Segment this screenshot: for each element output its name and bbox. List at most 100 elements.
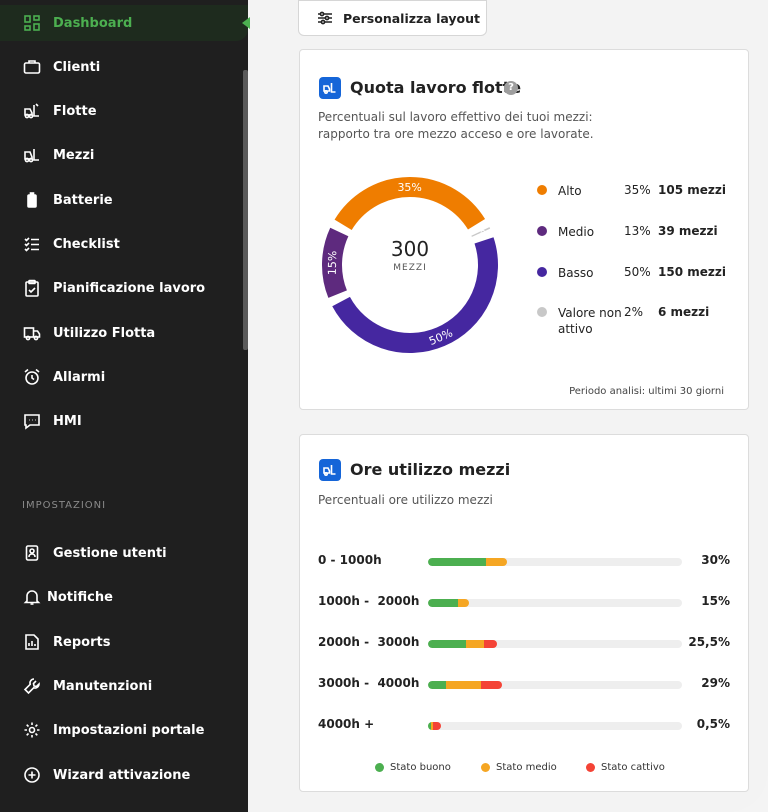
bar-segment-cattivo [483,640,497,648]
bar-track [428,640,682,648]
bar-segment-medio [486,558,507,566]
bar-track [428,599,682,607]
donut-center: 300 MEZZI [315,237,505,273]
bar-segment-buono [428,558,487,566]
sidebar-item-label: Notifiche [47,589,113,605]
bar-label: 4000h + [318,717,375,731]
usage-bar-row: 4000h + 0,5% [318,717,730,735]
ore-utilizzo-card: Ore utilizzo mezzi Percentuali ore utili… [299,434,749,792]
forklift-icon [319,459,341,481]
legend-stato-buono: Stato buono [375,762,451,773]
card-subtitle: Percentuali sul lavoro effettivo dei tuo… [318,110,594,141]
sidebar-item-reports[interactable]: Reports [0,624,248,660]
legend-stato-cattivo: Stato cattivo [586,762,665,773]
bar-percent: 30% [701,553,730,567]
bar-segment-cattivo [481,681,502,689]
bell-icon [22,587,42,607]
legend-count: 6 mezzi [658,305,710,319]
sidebar-item-notifiche[interactable]: Notifiche [0,579,248,615]
help-icon[interactable]: ? [504,81,518,95]
id-card-icon [22,543,42,563]
sidebar: Dashboard Clienti Flotte Mezzi Batterie [0,0,250,812]
donut-slice-label: 35% [397,181,421,194]
sidebar-item-impostazioni-portale[interactable]: Impostazioni portale [0,712,248,748]
sidebar-item-label: Clienti [53,59,101,75]
legend-label: Stato cattivo [601,762,665,773]
settings-section-title: IMPOSTAZIONI [22,500,107,511]
legend-count: 105 mezzi [658,183,726,197]
card-subtitle: Percentuali ore utilizzo mezzi [318,493,493,507]
sidebar-item-dashboard[interactable]: Dashboard [0,5,250,41]
app-frame: Dashboard Clienti Flotte Mezzi Batterie [0,0,768,812]
sidebar-item-label: Flotte [53,103,97,119]
bar-segment-buono [428,640,467,648]
sidebar-item-label: Utilizzo Flotta [53,325,156,341]
legend-label: Valore non attivo [558,306,622,336]
bar-segment-buono [428,599,459,607]
sidebar-item-label: Batterie [53,192,113,208]
plus-circle-icon [22,765,42,785]
legend-dot [537,185,547,195]
sidebar-item-label: Allarmi [53,369,106,385]
bar-segment-cattivo [433,722,441,730]
wrench-icon [22,676,42,696]
bar-percent: 25,5% [688,635,730,649]
quota-lavoro-card: Quota lavoro flotte ? Percentuali sul la… [299,49,749,410]
sidebar-item-clienti[interactable]: Clienti [0,49,248,85]
forklift-icon [319,77,341,99]
sidebar-item-allarmi[interactable]: Allarmi [0,359,248,395]
legend-label: Stato medio [496,762,557,773]
customize-layout-label: Personalizza layout [343,10,481,26]
legend-count: 150 mezzi [658,265,726,279]
message-icon [22,411,42,431]
sidebar-item-label: Mezzi [53,147,95,163]
sidebar-item-mezzi[interactable]: Mezzi [0,137,248,173]
bar-label: 1000h - 2000h [318,594,420,608]
legend-dot [375,763,384,772]
forklift-icon [22,145,42,165]
sidebar-item-batterie[interactable]: Batterie [0,182,248,218]
legend-label: Alto [558,184,582,198]
customize-layout-button[interactable]: Personalizza layout [298,0,487,36]
sidebar-item-pianificazione-lavoro[interactable]: Pianificazione lavoro [0,270,248,306]
donut-total: 300 [390,237,430,261]
legend-count: 39 mezzi [658,224,718,238]
sliders-icon [318,11,332,25]
briefcase-icon [22,57,42,77]
bar-percent: 15% [701,594,730,608]
report-icon [22,632,42,652]
bar-label: 0 - 1000h [318,553,382,567]
bar-percent: 0,5% [696,717,730,731]
sidebar-item-label: Wizard attivazione [53,767,191,783]
legend-dot [537,307,547,317]
bar-segment-buono [428,681,446,689]
legend-dot [586,763,595,772]
bar-segment-medio [466,640,484,648]
sidebar-item-checklist[interactable]: Checklist [0,226,248,262]
checklist-icon [22,234,42,254]
sidebar-scrollbar[interactable] [243,70,248,350]
sidebar-item-label: Manutenzioni [53,678,153,694]
alarm-clock-icon [22,367,42,387]
bar-label: 2000h - 3000h [318,635,420,649]
sidebar-item-gestione-utenti[interactable]: Gestione utenti [0,535,248,571]
bar-track [428,558,682,566]
sidebar-item-hmi[interactable]: HMI [0,403,248,439]
sidebar-item-label: Gestione utenti [53,545,167,561]
sidebar-item-manutenzioni[interactable]: Manutenzioni [0,668,248,704]
sidebar-item-wizard-attivazione[interactable]: Wizard attivazione [0,757,248,793]
legend-dot [537,226,547,236]
bar-track [428,722,682,730]
sidebar-item-label: Impostazioni portale [53,722,205,738]
legend-dot [537,267,547,277]
gear-icon [22,720,42,740]
card-title: Ore utilizzo mezzi [350,460,511,479]
sidebar-item-label: Checklist [53,236,120,252]
truck-icon [22,323,42,343]
sidebar-item-utilizzo-flotta[interactable]: Utilizzo Flotta [0,315,248,351]
sidebar-item-label: Pianificazione lavoro [53,280,206,296]
forklift-fleet-icon [22,101,42,121]
sidebar-item-flotte[interactable]: Flotte [0,93,248,129]
usage-bar-row: 3000h - 4000h 29% [318,676,730,694]
donut-unit: MEZZI [393,263,427,273]
